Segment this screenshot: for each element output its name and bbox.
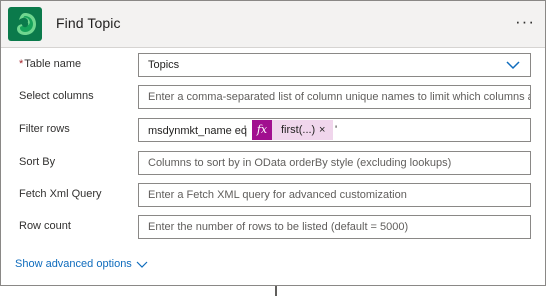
show-advanced-options-link[interactable]: Show advanced options xyxy=(15,258,132,270)
fetch-xml-row: Fetch Xml Query Enter a Fetch XML query … xyxy=(1,183,545,209)
filter-rows-input[interactable]: msdynmkt_name eq ' fx first(...) × ' xyxy=(138,118,531,142)
row-count-row: Row count Enter the number of rows to be… xyxy=(1,215,545,241)
card-header[interactable]: Find Topic ··· xyxy=(1,1,545,48)
flow-connector xyxy=(275,286,277,296)
select-columns-input[interactable]: Enter a comma-separated list of column u… xyxy=(138,85,531,109)
fetch-xml-input[interactable]: Enter a Fetch XML query for advanced cus… xyxy=(138,183,531,207)
required-mark: * xyxy=(19,58,24,70)
quote-close: ' xyxy=(335,124,338,136)
sort-by-input[interactable]: Columns to sort by in OData orderBy styl… xyxy=(138,151,531,175)
fetch-xml-placeholder: Enter a Fetch XML query for advanced cus… xyxy=(148,189,407,201)
table-name-label-text: Table name xyxy=(24,58,82,70)
row-count-placeholder: Enter the number of rows to be listed (d… xyxy=(148,221,409,233)
select-columns-label: Select columns xyxy=(19,90,94,102)
filter-rows-label: Filter rows xyxy=(19,123,70,135)
row-count-input[interactable]: Enter the number of rows to be listed (d… xyxy=(138,215,531,239)
dataverse-logo-icon xyxy=(8,7,42,41)
table-name-dropdown[interactable]: Topics xyxy=(138,53,531,77)
expression-token[interactable]: fx first(...) × xyxy=(252,120,333,140)
row-count-label: Row count xyxy=(19,220,71,232)
sort-by-placeholder: Columns to sort by in OData orderBy styl… xyxy=(148,157,452,169)
function-icon: fx xyxy=(252,120,272,140)
action-card: Find Topic ··· *Table name Topics Select… xyxy=(0,0,546,286)
filter-rows-text: msdynmkt_name eq xyxy=(148,125,248,137)
card-title: Find Topic xyxy=(56,15,121,31)
sort-by-label: Sort By xyxy=(19,156,56,168)
table-name-value: Topics xyxy=(148,59,180,71)
table-name-label: *Table name xyxy=(19,58,81,70)
select-columns-placeholder: Enter a comma-separated list of column u… xyxy=(148,91,531,103)
chevron-down-icon[interactable] xyxy=(506,59,520,71)
select-columns-row: Select columns Enter a comma-separated l… xyxy=(1,85,545,111)
sort-by-row: Sort By Columns to sort by in OData orde… xyxy=(1,151,545,177)
fetch-xml-label: Fetch Xml Query xyxy=(19,188,102,200)
chevron-down-icon[interactable] xyxy=(136,260,148,270)
quote-open: ' xyxy=(244,124,247,136)
token-label: first(...) xyxy=(281,124,316,136)
filter-rows-row: Filter rows msdynmkt_name eq ' fx first(… xyxy=(1,118,545,144)
table-name-row: *Table name Topics xyxy=(1,53,545,79)
more-options-icon[interactable]: ··· xyxy=(514,13,536,33)
token-remove-icon[interactable]: × xyxy=(319,120,325,140)
